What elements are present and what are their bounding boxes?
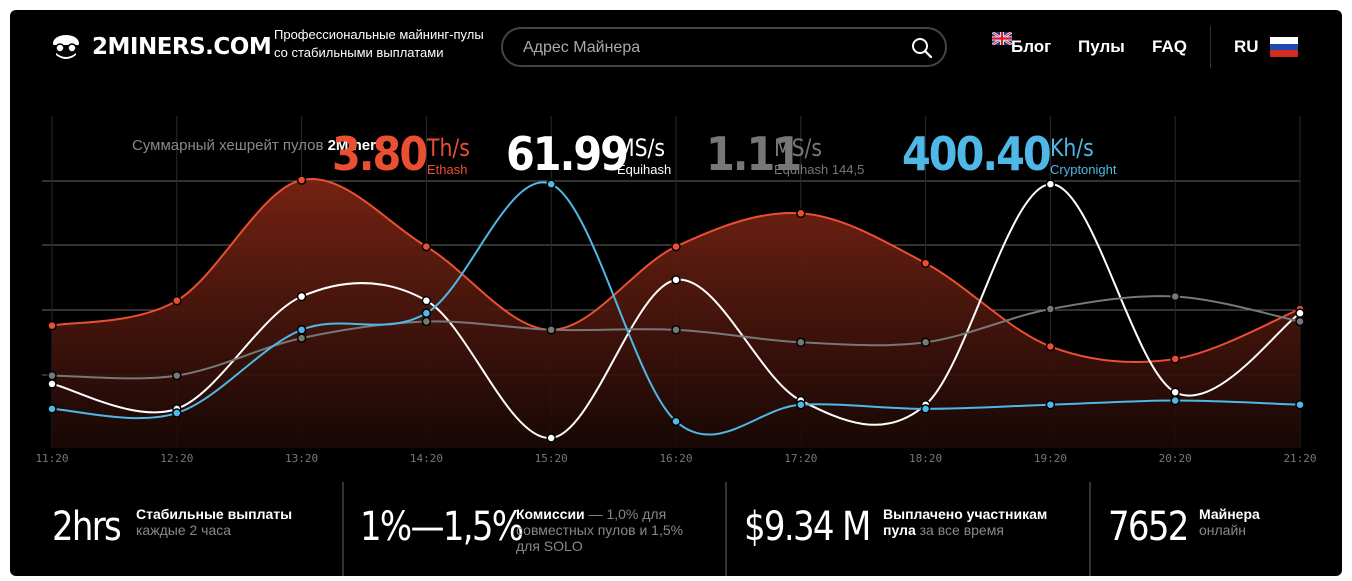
- algo-name: Equihash 144,5: [774, 162, 865, 177]
- data-point[interactable]: [296, 333, 307, 343]
- hashrate-unit: MS/s: [617, 134, 666, 162]
- stat-description: Майнера онлайн: [1199, 506, 1329, 538]
- data-point[interactable]: [1170, 395, 1180, 406]
- x-tick-label: 12:20: [160, 452, 193, 465]
- stats-bar: 2hrs Стабильные выплаты каждые 2 часа 1%…: [10, 482, 1342, 576]
- data-point[interactable]: [172, 408, 182, 418]
- x-tick-label: 16:20: [659, 452, 692, 465]
- search-icon[interactable]: [911, 37, 933, 59]
- ru-flag-icon[interactable]: [1270, 37, 1298, 57]
- data-point[interactable]: [421, 241, 432, 252]
- data-point[interactable]: [47, 379, 57, 389]
- data-point[interactable]: [1045, 399, 1056, 410]
- data-point[interactable]: [1295, 308, 1305, 318]
- header: 2MINERS.COM Профессиональные майнинг-пул…: [10, 10, 1342, 88]
- stat-value: $9.34 M: [744, 504, 871, 550]
- stat-detail: онлайн: [1199, 522, 1247, 538]
- logo[interactable]: 2MINERS.COM: [50, 30, 272, 64]
- algo-name: Ethash: [427, 162, 468, 177]
- nav-divider: [1210, 26, 1211, 68]
- language-switch[interactable]: RU: [1234, 37, 1259, 57]
- miner-address-input[interactable]: [521, 29, 905, 67]
- stat-description: Комиссии — 1,0% для совместных пулов и 1…: [516, 506, 696, 554]
- hashrate-chart: 11:20 12:20 13:20 14:20 15:20 16:20 17:20 18:20…: [10, 88, 1342, 480]
- stat-miners: 7652 Майнера онлайн: [1091, 482, 1342, 576]
- logo-text: 2MINERS.COM: [92, 34, 272, 60]
- data-point[interactable]: [671, 325, 681, 335]
- data-point[interactable]: [546, 325, 556, 335]
- data-point[interactable]: [920, 337, 931, 348]
- x-tick-label: 11:20: [35, 452, 68, 465]
- x-tick-label: 18:20: [909, 452, 942, 465]
- stat-paid: $9.34 M Выплачено участникам пула за все…: [727, 482, 1091, 576]
- data-point[interactable]: [1295, 316, 1305, 327]
- data-point[interactable]: [920, 258, 931, 268]
- stat-detail: каждые 2 часа: [136, 522, 232, 538]
- data-point[interactable]: [47, 320, 57, 331]
- nav-pools[interactable]: Пулы: [1078, 37, 1125, 57]
- uk-flag-icon[interactable]: [992, 32, 1012, 45]
- data-point[interactable]: [1170, 387, 1180, 397]
- data-point[interactable]: [1170, 354, 1180, 364]
- x-tick-label: 14:20: [410, 452, 443, 465]
- stat-payouts: 2hrs Стабильные выплаты каждые 2 часа: [10, 482, 344, 576]
- x-axis: 11:20 12:20 13:20 14:20 15:20 16:20 17:20 18:20…: [35, 452, 1316, 465]
- stat-value: 1%—1,5%: [360, 504, 524, 550]
- data-point[interactable]: [671, 275, 681, 285]
- x-tick-label: 21:20: [1283, 452, 1316, 465]
- data-point[interactable]: [546, 433, 556, 443]
- data-point[interactable]: [296, 325, 307, 335]
- stat-value: 2hrs: [52, 504, 122, 550]
- data-point[interactable]: [421, 295, 432, 306]
- stat-fees: 1%—1,5% Комиссии — 1,0% для совместных п…: [344, 482, 727, 576]
- data-point[interactable]: [796, 337, 806, 348]
- data-point[interactable]: [296, 291, 307, 302]
- nav-blog[interactable]: Блог: [1011, 37, 1051, 57]
- data-point[interactable]: [671, 416, 681, 427]
- stat-detail: за все время: [919, 522, 1004, 538]
- hashrate-value: 400.40: [902, 127, 1052, 181]
- stat-description: Стабильные выплаты каждые 2 часа: [136, 506, 316, 538]
- x-tick-label: 20:20: [1159, 452, 1192, 465]
- data-point[interactable]: [172, 295, 182, 306]
- tagline: Профессиональные майнинг-пулы со стабиль…: [274, 27, 484, 60]
- data-point[interactable]: [920, 404, 931, 414]
- data-point[interactable]: [421, 316, 432, 327]
- data-point[interactable]: [796, 399, 806, 410]
- total-hashrate-text: Суммарный хешрейт пулов: [132, 137, 324, 154]
- data-point[interactable]: [296, 175, 307, 185]
- data-point[interactable]: [47, 404, 57, 414]
- x-tick-label: 17:20: [784, 452, 817, 465]
- algo-name: Equihash: [617, 162, 672, 177]
- miner-search: [501, 27, 947, 67]
- x-tick-label: 19:20: [1034, 452, 1067, 465]
- data-point[interactable]: [1045, 304, 1056, 314]
- stat-title: Комиссии: [516, 506, 585, 522]
- stat-title: Стабильные выплаты: [136, 506, 293, 522]
- hashrate-unit: Th/s: [427, 134, 470, 162]
- stat-title: Майнера: [1199, 506, 1260, 522]
- hashrate-value: 3.80: [332, 127, 428, 181]
- data-point[interactable]: [671, 241, 681, 252]
- data-point[interactable]: [796, 208, 806, 219]
- miner-mascot-icon: [53, 35, 79, 59]
- x-tick-label: 13:20: [285, 452, 318, 465]
- hashrate-unit: Kh/s: [1050, 134, 1094, 162]
- data-point[interactable]: [1170, 291, 1180, 302]
- hashrate-value: 61.99: [506, 127, 629, 181]
- data-point[interactable]: [47, 370, 57, 381]
- data-point[interactable]: [1045, 341, 1056, 352]
- data-point[interactable]: [421, 308, 432, 318]
- page-frame: 2MINERS.COM Профессиональные майнинг-пул…: [10, 10, 1342, 576]
- hashrate-unit: MS/s: [774, 134, 823, 162]
- stat-description: Выплачено участникам пула за все время: [883, 506, 1053, 538]
- x-tick-label: 15:20: [535, 452, 568, 465]
- data-point[interactable]: [1045, 179, 1056, 189]
- data-point[interactable]: [546, 179, 556, 189]
- data-point[interactable]: [1295, 399, 1305, 410]
- data-point[interactable]: [172, 370, 182, 381]
- nav-faq[interactable]: FAQ: [1152, 37, 1187, 57]
- algo-name: Cryptonight: [1050, 162, 1117, 177]
- stat-value: 7652: [1108, 504, 1189, 550]
